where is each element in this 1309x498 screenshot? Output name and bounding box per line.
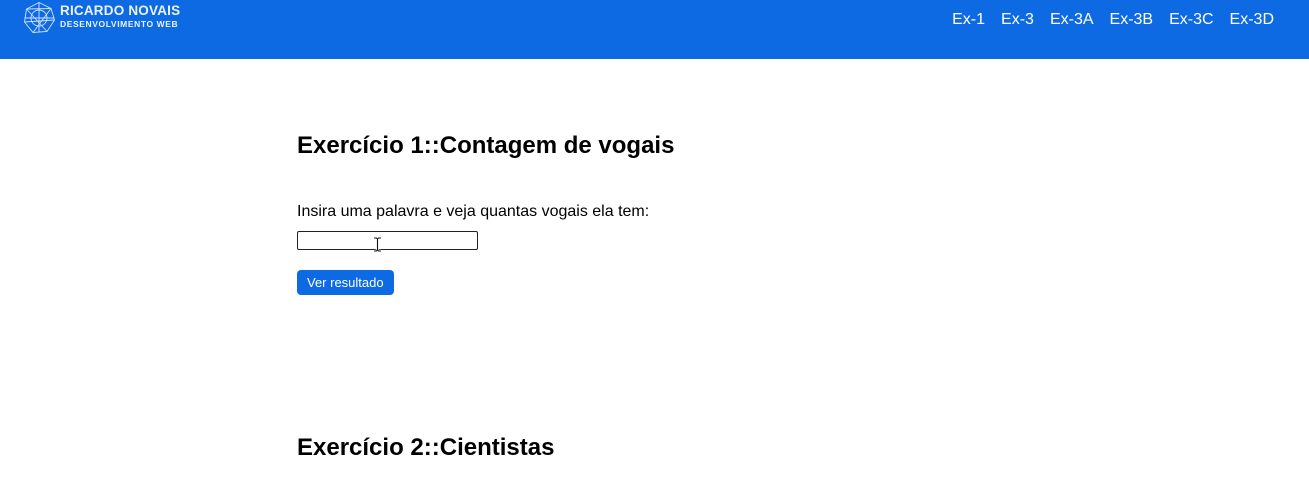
brand-logo[interactable]: RICARDO NOVAIS DESENVOLVIMENTO WEB <box>22 1 182 35</box>
top-navbar: RICARDO NOVAIS DESENVOLVIMENTO WEB Ex-1 … <box>0 0 1309 59</box>
exercise-1-title: Exercício 1::Contagem de vogais <box>297 132 675 159</box>
exercise-2-title: Exercício 2::Cientistas <box>297 434 555 461</box>
main-nav: Ex-1 Ex-3 Ex-3A Ex-3B Ex-3C Ex-3D <box>952 10 1274 30</box>
brand-tagline: DESENVOLVIMENTO WEB <box>60 19 179 29</box>
vowel-count-prompt: Insira uma palavra e veja quantas vogais… <box>297 203 650 220</box>
word-input[interactable] <box>297 231 478 250</box>
nav-link-ex-3b[interactable]: Ex-3B <box>1110 10 1154 30</box>
brand-name: RICARDO NOVAIS <box>60 3 181 18</box>
nav-link-ex-3d[interactable]: Ex-3D <box>1230 10 1274 30</box>
nav-link-ex-3a[interactable]: Ex-3A <box>1050 10 1094 30</box>
globe-icon <box>24 1 55 33</box>
nav-link-ex-1[interactable]: Ex-1 <box>952 10 985 30</box>
nav-link-ex-3[interactable]: Ex-3 <box>1001 10 1034 30</box>
nav-link-ex-3c[interactable]: Ex-3C <box>1169 10 1213 30</box>
see-result-button[interactable]: Ver resultado <box>297 270 394 295</box>
